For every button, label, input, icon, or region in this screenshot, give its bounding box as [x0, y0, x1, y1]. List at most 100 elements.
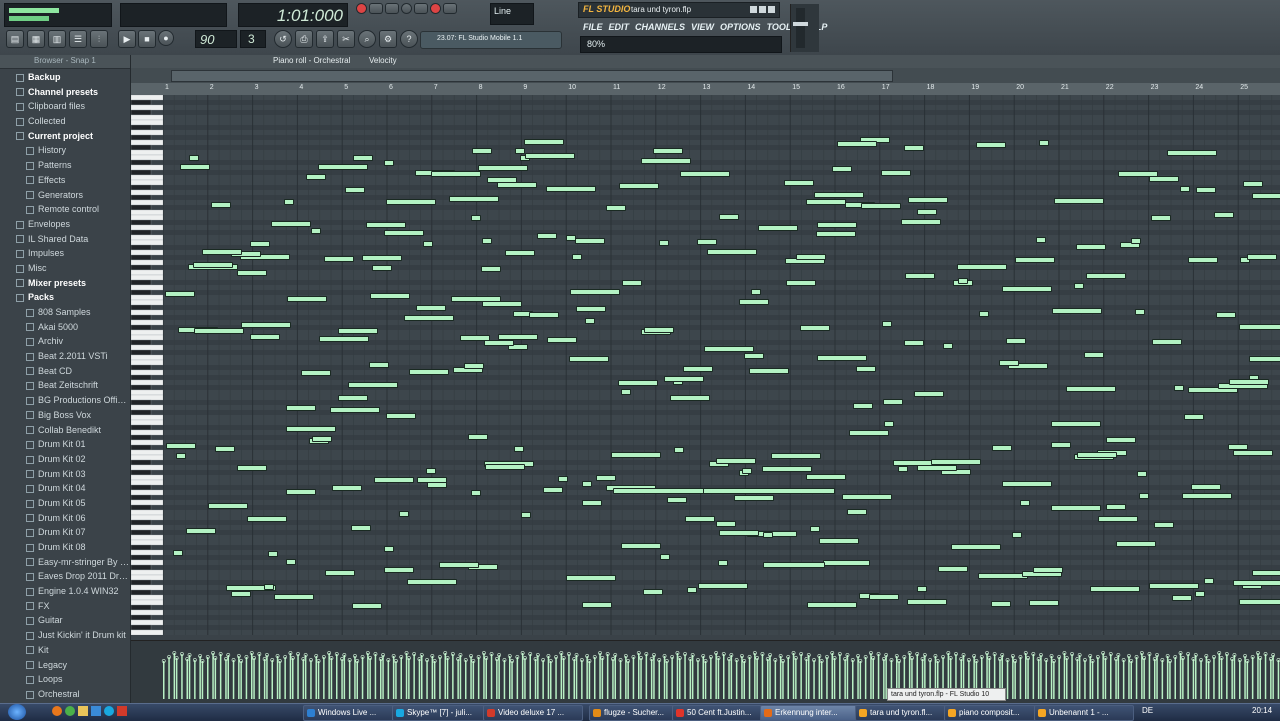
- piano-key[interactable]: [131, 349, 152, 356]
- velocity-bar[interactable]: [671, 657, 673, 699]
- velocity-bar[interactable]: [800, 654, 802, 699]
- browser-item[interactable]: Drum Kit 04: [0, 481, 130, 496]
- velocity-bar[interactable]: [302, 659, 305, 699]
- note[interactable]: [371, 265, 392, 271]
- note[interactable]: [771, 453, 821, 459]
- velocity-bar[interactable]: [774, 660, 777, 699]
- piano-key[interactable]: [131, 244, 152, 251]
- velocity-bar[interactable]: [792, 653, 795, 699]
- piano-key[interactable]: [131, 249, 163, 256]
- note[interactable]: [716, 521, 737, 527]
- browser-item[interactable]: Legacy: [0, 658, 130, 673]
- note[interactable]: [1050, 442, 1071, 448]
- velocity-bar[interactable]: [529, 654, 532, 699]
- note[interactable]: [1204, 578, 1214, 584]
- piano-key[interactable]: [131, 439, 163, 446]
- note[interactable]: [542, 487, 563, 493]
- piano-key[interactable]: [131, 594, 163, 601]
- note[interactable]: [1076, 244, 1107, 250]
- browser-item[interactable]: Easy-mr-stringer By H...: [0, 555, 130, 570]
- velocity-bar[interactable]: [1066, 658, 1068, 699]
- note[interactable]: [572, 254, 583, 260]
- velocity-bar[interactable]: [1192, 659, 1195, 699]
- velocity-bar[interactable]: [717, 658, 720, 699]
- note[interactable]: [975, 142, 1006, 148]
- note[interactable]: [658, 240, 669, 246]
- note[interactable]: [484, 340, 515, 346]
- note[interactable]: [610, 452, 661, 458]
- velocity-lane[interactable]: tara und tyron.flp - FL Studio 10: [131, 640, 1280, 704]
- note[interactable]: [1249, 356, 1280, 362]
- browser-item[interactable]: Drum Kit 03: [0, 467, 130, 482]
- piano-key[interactable]: [131, 329, 163, 336]
- note[interactable]: [683, 366, 714, 372]
- note[interactable]: [1073, 283, 1084, 289]
- velocity-bar[interactable]: [524, 658, 526, 699]
- stop-icon[interactable]: ■: [138, 30, 156, 48]
- note[interactable]: [881, 170, 911, 176]
- note[interactable]: [301, 370, 332, 376]
- taskbar-item[interactable]: Unbenannt 1 - ...: [1034, 705, 1134, 721]
- browser-item[interactable]: Orchestral: [0, 687, 130, 702]
- note[interactable]: [718, 560, 729, 566]
- note[interactable]: [426, 468, 437, 474]
- note[interactable]: [1228, 379, 1269, 385]
- velocity-bar[interactable]: [612, 659, 614, 699]
- note[interactable]: [565, 235, 576, 241]
- velocity-bar[interactable]: [1025, 653, 1027, 699]
- note[interactable]: [585, 318, 596, 324]
- note[interactable]: [286, 559, 296, 565]
- blend-icon[interactable]: [414, 3, 428, 14]
- note[interactable]: [837, 141, 878, 147]
- piano-key[interactable]: [131, 99, 152, 106]
- velocity-bar[interactable]: [710, 657, 712, 699]
- velocity-bar[interactable]: [1012, 656, 1014, 699]
- velocity-bar[interactable]: [181, 654, 183, 699]
- start-button-icon[interactable]: [8, 704, 26, 720]
- note[interactable]: [744, 353, 765, 359]
- velocity-bar[interactable]: [1014, 661, 1016, 699]
- piano-key[interactable]: [131, 529, 152, 536]
- piano-key[interactable]: [131, 564, 152, 571]
- note[interactable]: [323, 256, 354, 262]
- piano-key[interactable]: [131, 224, 163, 231]
- velocity-bar[interactable]: [336, 654, 338, 699]
- menu-item[interactable]: OPTIONS: [717, 22, 764, 32]
- pianoroll-scrollbar[interactable]: [131, 68, 1280, 83]
- velocity-bar[interactable]: [779, 656, 782, 699]
- note[interactable]: [1089, 586, 1140, 592]
- note[interactable]: [652, 148, 683, 154]
- piano-key[interactable]: [131, 619, 163, 626]
- velocity-bar[interactable]: [702, 656, 705, 699]
- news-bar[interactable]: 23.07: FL Studio Mobile 1.1: [420, 31, 562, 49]
- browser-item[interactable]: Mixer presets: [0, 276, 130, 291]
- note[interactable]: [715, 458, 756, 464]
- note[interactable]: [1233, 450, 1273, 456]
- velocity-bar[interactable]: [1037, 659, 1040, 699]
- note[interactable]: [904, 340, 924, 346]
- note[interactable]: [173, 550, 184, 556]
- note[interactable]: [742, 468, 752, 474]
- note[interactable]: [816, 222, 857, 228]
- step-sequencer-icon[interactable]: ▦: [27, 30, 45, 48]
- browser-item[interactable]: FX: [0, 599, 130, 614]
- app-icon[interactable]: [117, 706, 127, 716]
- piano-key[interactable]: [131, 374, 152, 381]
- velocity-bar[interactable]: [485, 658, 488, 699]
- note[interactable]: [900, 219, 941, 225]
- velocity-bar[interactable]: [380, 659, 382, 699]
- velocity-bar[interactable]: [534, 659, 537, 699]
- piano-key[interactable]: [131, 149, 163, 156]
- velocity-bar[interactable]: [1084, 660, 1086, 699]
- velocity-bar[interactable]: [516, 657, 519, 699]
- note[interactable]: [286, 489, 317, 495]
- note[interactable]: [842, 494, 893, 500]
- piano-key[interactable]: [131, 444, 152, 451]
- note[interactable]: [882, 321, 893, 327]
- velocity-bar[interactable]: [748, 657, 751, 699]
- piano-key[interactable]: [131, 154, 163, 161]
- close-icon[interactable]: [768, 6, 775, 13]
- velocity-bar[interactable]: [715, 653, 717, 699]
- note[interactable]: [403, 315, 454, 321]
- velocity-bar[interactable]: [1257, 653, 1259, 699]
